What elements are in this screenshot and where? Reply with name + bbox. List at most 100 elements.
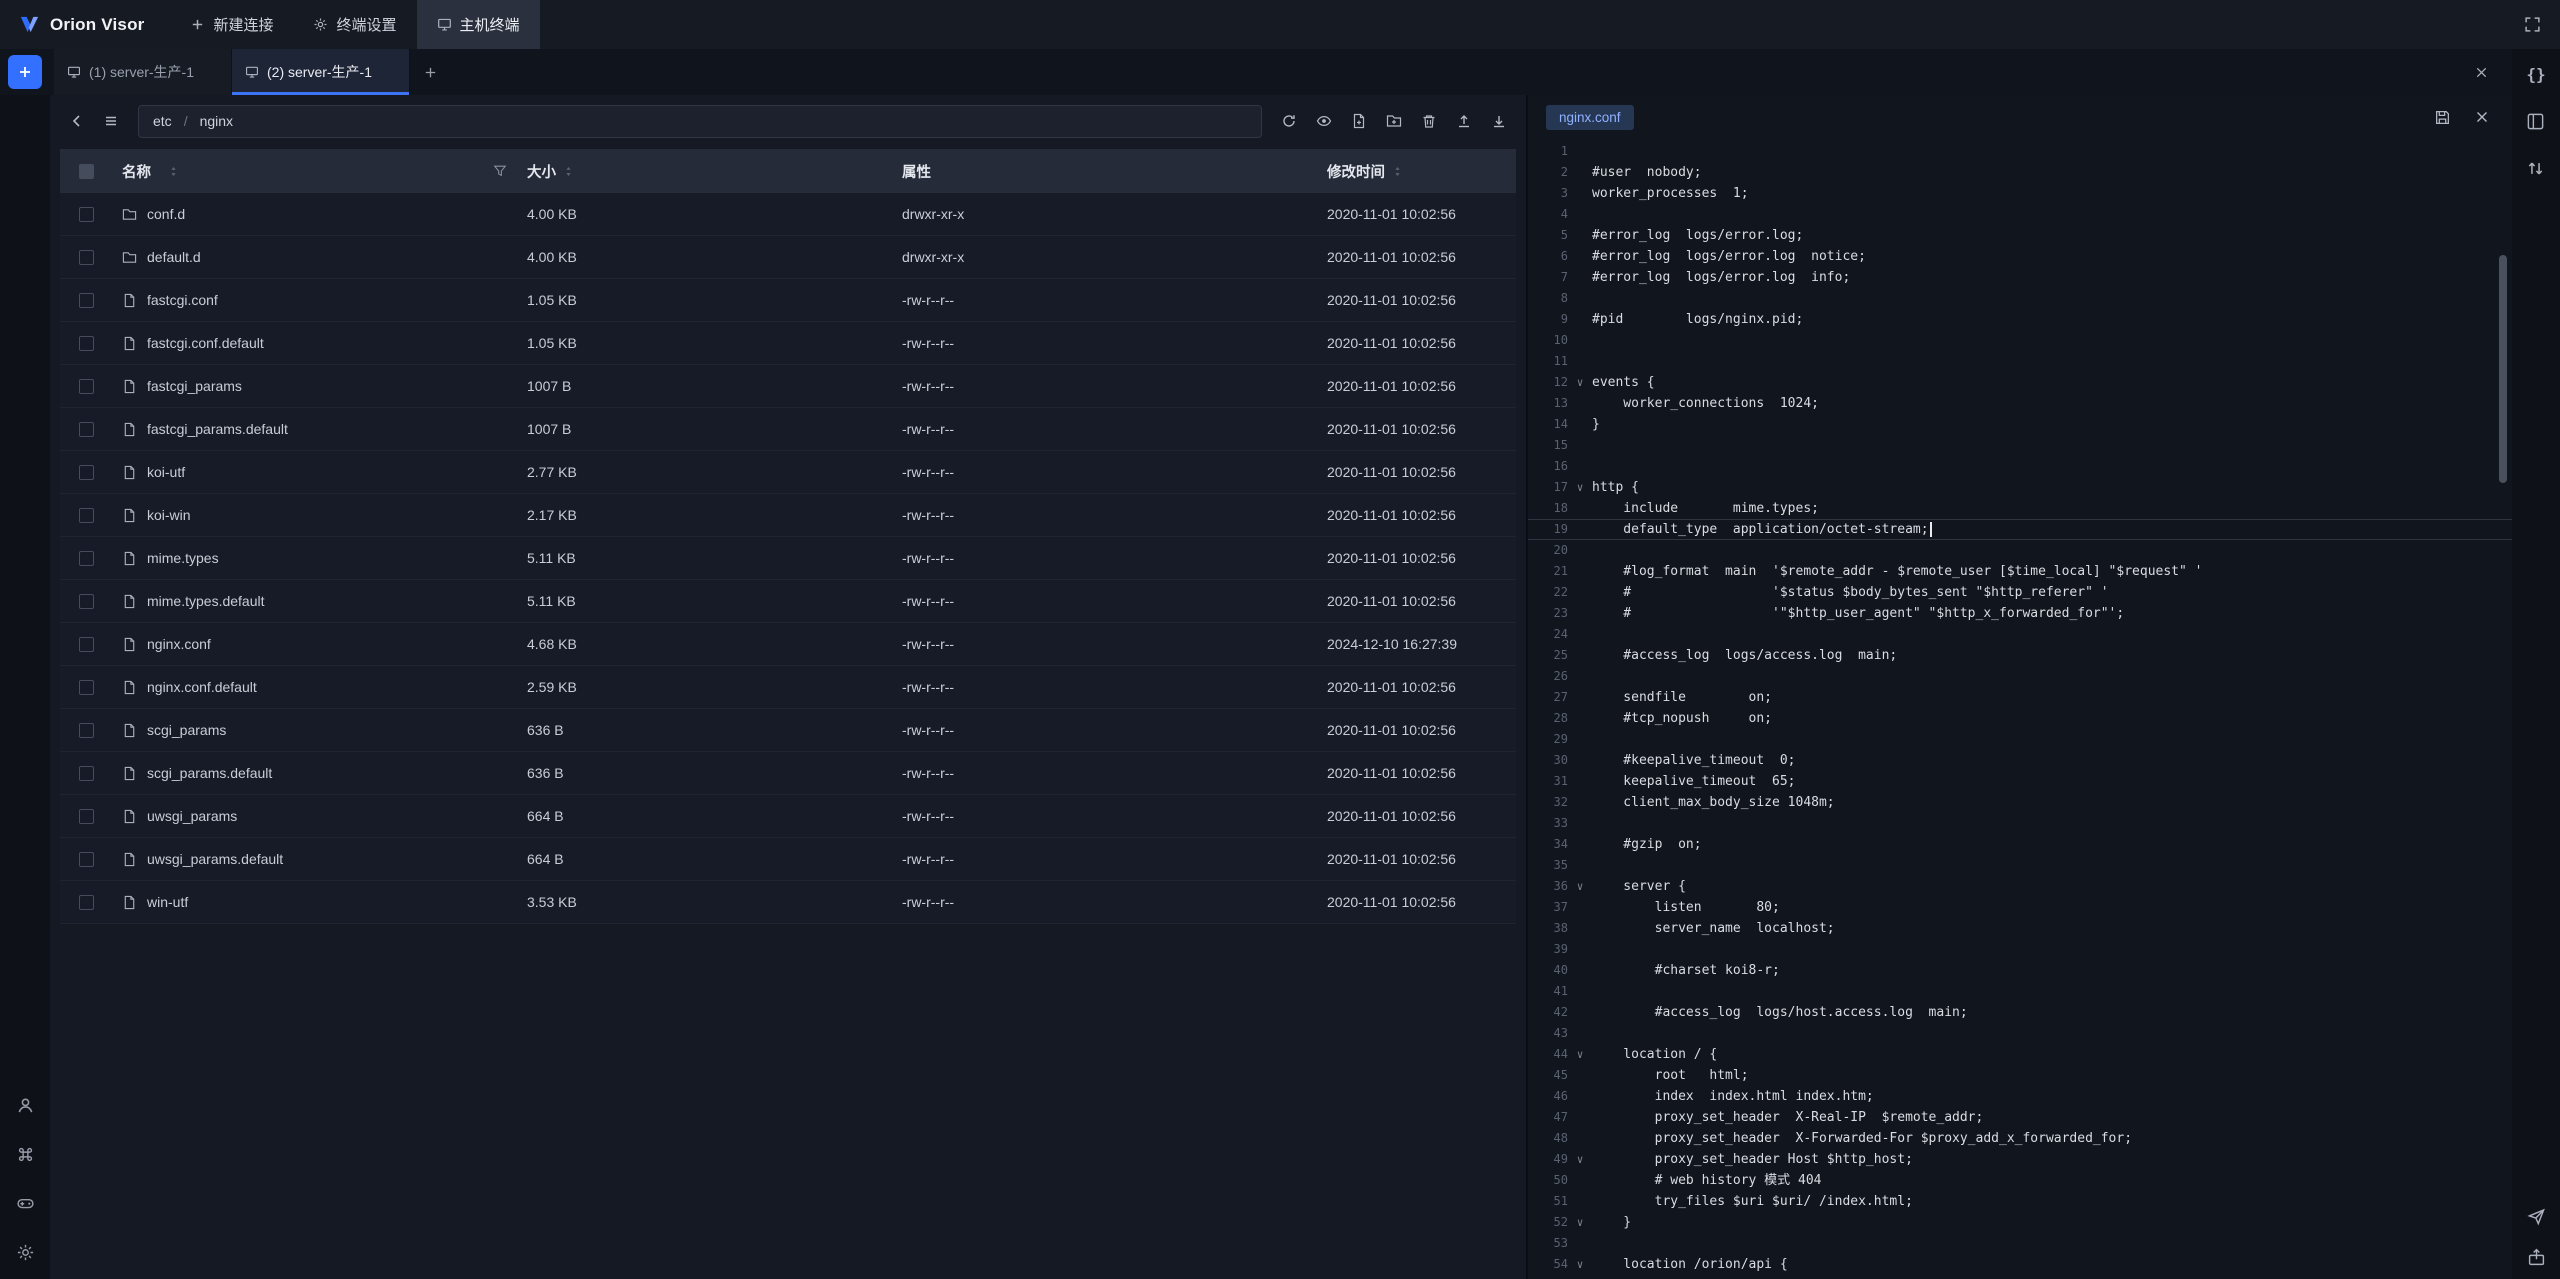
file-mtime: 2020-11-01 10:02:56 xyxy=(1317,292,1516,308)
editor-file-tab[interactable]: nginx.conf xyxy=(1546,105,1634,130)
transfer-list-button[interactable] xyxy=(2527,1248,2546,1267)
fold-toggle-icon[interactable]: ∨ xyxy=(1568,1149,1592,1170)
code-line: 2#user nobody; xyxy=(1528,162,2512,183)
download-icon xyxy=(1491,113,1507,129)
file-size: 1007 B xyxy=(517,421,892,437)
save-button[interactable] xyxy=(2430,105,2454,129)
row-checkbox[interactable] xyxy=(79,551,94,566)
file-row[interactable]: mime.types.default5.11 KB-rw-r--r--2020-… xyxy=(60,580,1516,623)
fold-toggle-icon[interactable]: ∨ xyxy=(1568,477,1592,498)
line-number: 39 xyxy=(1528,939,1568,960)
code-text: events { xyxy=(1592,372,1655,393)
code-line: 7#error_log logs/error.log info; xyxy=(1528,267,2512,288)
file-row[interactable]: win-utf3.53 KB-rw-r--r--2020-11-01 10:02… xyxy=(60,881,1516,924)
line-number: 30 xyxy=(1528,750,1568,771)
path-breadcrumb[interactable]: etc / nginx xyxy=(138,105,1262,138)
nav-item-new-connection[interactable]: 新建连接 xyxy=(170,0,293,49)
line-number: 22 xyxy=(1528,582,1568,603)
file-attr: -rw-r--r-- xyxy=(892,335,1317,351)
file-row[interactable]: fastcgi.conf1.05 KB-rw-r--r--2020-11-01 … xyxy=(60,279,1516,322)
code-lines[interactable]: 12#user nobody;3worker_processes 1;45#er… xyxy=(1528,139,2512,1279)
nav-item-host-terminal[interactable]: 主机终端 xyxy=(417,0,540,49)
file-row[interactable]: fastcgi_params.default1007 B-rw-r--r--20… xyxy=(60,408,1516,451)
breadcrumb-segment[interactable]: nginx xyxy=(200,113,233,129)
panel-layout-button[interactable] xyxy=(2526,112,2545,131)
row-checkbox[interactable] xyxy=(79,422,94,437)
path-list-button[interactable] xyxy=(96,106,126,136)
row-checkbox[interactable] xyxy=(79,809,94,824)
close-editor-button[interactable] xyxy=(2470,105,2494,129)
row-checkbox[interactable] xyxy=(79,766,94,781)
toggle-hidden-files-button[interactable] xyxy=(1309,106,1339,136)
fullscreen-button[interactable] xyxy=(2512,5,2552,45)
fold-toggle-icon[interactable]: ∨ xyxy=(1568,1044,1592,1065)
terminal-tab-bar: (1) server-生产-1 (2) server-生产-1 xyxy=(0,49,2512,95)
code-line: 53 xyxy=(1528,1233,2512,1254)
file-row[interactable]: uwsgi_params664 B-rw-r--r--2020-11-01 10… xyxy=(60,795,1516,838)
file-row[interactable]: koi-win2.17 KB-rw-r--r--2020-11-01 10:02… xyxy=(60,494,1516,537)
file-row[interactable]: conf.d4.00 KBdrwxr-xr-x2020-11-01 10:02:… xyxy=(60,193,1516,236)
row-checkbox[interactable] xyxy=(79,637,94,652)
file-row[interactable]: uwsgi_params.default664 B-rw-r--r--2020-… xyxy=(60,838,1516,881)
user-button[interactable] xyxy=(14,1094,36,1116)
breadcrumb-segment[interactable]: etc xyxy=(153,113,172,129)
file-attr: -rw-r--r-- xyxy=(892,421,1317,437)
filter-icon[interactable] xyxy=(493,164,507,178)
row-checkbox[interactable] xyxy=(79,895,94,910)
delete-button[interactable] xyxy=(1414,106,1444,136)
file-attr: -rw-r--r-- xyxy=(892,636,1317,652)
download-button[interactable] xyxy=(1484,106,1514,136)
row-checkbox[interactable] xyxy=(79,336,94,351)
fold-toggle-icon[interactable]: ∨ xyxy=(1568,1212,1592,1233)
sort-panels-button[interactable] xyxy=(2526,159,2545,178)
row-checkbox[interactable] xyxy=(79,594,94,609)
row-checkbox[interactable] xyxy=(79,250,94,265)
code-line: 43 xyxy=(1528,1023,2512,1044)
nav-item-terminal-settings[interactable]: 终端设置 xyxy=(293,0,416,49)
row-checkbox[interactable] xyxy=(79,852,94,867)
new-file-button[interactable] xyxy=(1344,106,1374,136)
row-checkbox[interactable] xyxy=(79,207,94,222)
fold-toggle-icon[interactable]: ∨ xyxy=(1568,372,1592,393)
shortcut-keys-button[interactable] xyxy=(14,1143,36,1165)
file-row[interactable]: scgi_params.default636 B-rw-r--r--2020-1… xyxy=(60,752,1516,795)
row-checkbox[interactable] xyxy=(79,293,94,308)
new-folder-button[interactable] xyxy=(1379,106,1409,136)
sort-size-button[interactable] xyxy=(562,165,575,178)
row-checkbox[interactable] xyxy=(79,723,94,738)
sort-mtime-button[interactable] xyxy=(1391,165,1404,178)
file-row[interactable]: nginx.conf4.68 KB-rw-r--r--2024-12-10 16… xyxy=(60,623,1516,666)
file-icon xyxy=(122,508,137,523)
terminal-tools-button[interactable] xyxy=(14,1192,36,1214)
editor-scrollbar[interactable] xyxy=(2499,255,2507,483)
settings-button[interactable] xyxy=(14,1241,36,1263)
add-tab-button[interactable] xyxy=(414,56,446,88)
file-size: 4.00 KB xyxy=(517,206,892,222)
close-panel-button[interactable] xyxy=(2466,57,2496,87)
select-all-checkbox[interactable] xyxy=(79,164,94,179)
refresh-button[interactable] xyxy=(1274,106,1304,136)
row-checkbox[interactable] xyxy=(79,680,94,695)
back-button[interactable] xyxy=(62,106,92,136)
file-row[interactable]: scgi_params636 B-rw-r--r--2020-11-01 10:… xyxy=(60,709,1516,752)
upload-button[interactable] xyxy=(1449,106,1479,136)
snippets-button[interactable]: {} xyxy=(2526,65,2545,84)
row-checkbox[interactable] xyxy=(79,508,94,523)
fold-toggle-icon[interactable]: ∨ xyxy=(1568,876,1592,897)
tab-server-1[interactable]: (1) server-生产-1 xyxy=(54,49,232,95)
file-row[interactable]: default.d4.00 KBdrwxr-xr-x2020-11-01 10:… xyxy=(60,236,1516,279)
fold-toggle-icon[interactable]: ∨ xyxy=(1568,1254,1592,1275)
file-row[interactable]: fastcgi_params1007 B-rw-r--r--2020-11-01… xyxy=(60,365,1516,408)
file-row[interactable]: koi-utf2.77 KB-rw-r--r--2020-11-01 10:02… xyxy=(60,451,1516,494)
new-connection-button[interactable] xyxy=(8,55,42,89)
file-row[interactable]: fastcgi.conf.default1.05 KB-rw-r--r--202… xyxy=(60,322,1516,365)
code-line: 30 #keepalive_timeout 0; xyxy=(1528,750,2512,771)
send-command-button[interactable] xyxy=(2527,1207,2546,1226)
row-checkbox[interactable] xyxy=(79,379,94,394)
file-row[interactable]: mime.types5.11 KB-rw-r--r--2020-11-01 10… xyxy=(60,537,1516,580)
sort-name-button[interactable] xyxy=(167,165,180,178)
code-line: 50 # web history 模式 404 xyxy=(1528,1170,2512,1191)
file-row[interactable]: nginx.conf.default2.59 KB-rw-r--r--2020-… xyxy=(60,666,1516,709)
tab-server-2-active[interactable]: (2) server-生产-1 xyxy=(232,49,410,95)
row-checkbox[interactable] xyxy=(79,465,94,480)
